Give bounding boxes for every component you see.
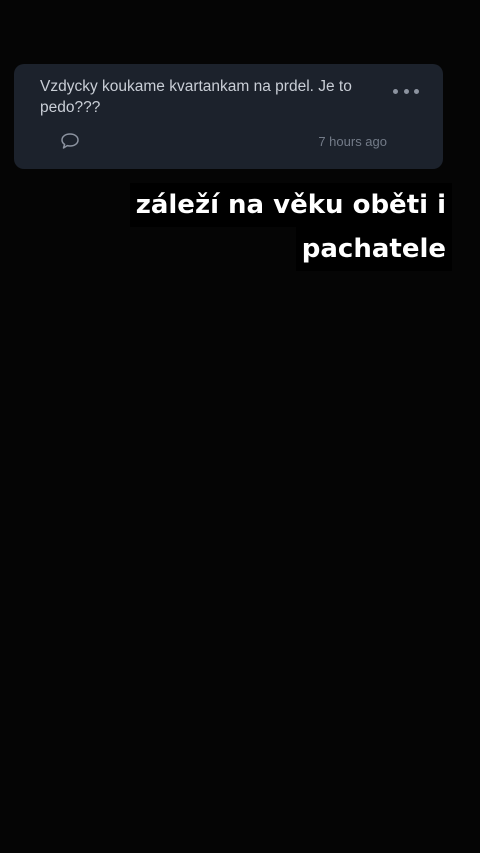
- dot: [393, 88, 398, 94]
- question-text: Vzdycky koukame kvartankam na prdel. Je …: [40, 78, 352, 116]
- story-caption: záleží na věku oběti i pachatele: [129, 183, 452, 271]
- more-dots-icon[interactable]: [393, 86, 419, 96]
- comment-bubble-icon[interactable]: [60, 132, 80, 150]
- caption-line-1: záleží na věku oběti i: [129, 183, 452, 227]
- timestamp: 7 hours ago: [318, 134, 387, 149]
- dot: [403, 88, 409, 94]
- question-card[interactable]: Vzdycky koukame kvartankam na prdel. Je …: [14, 64, 443, 169]
- caption-line-2: pachatele: [295, 227, 452, 271]
- dot: [414, 88, 419, 94]
